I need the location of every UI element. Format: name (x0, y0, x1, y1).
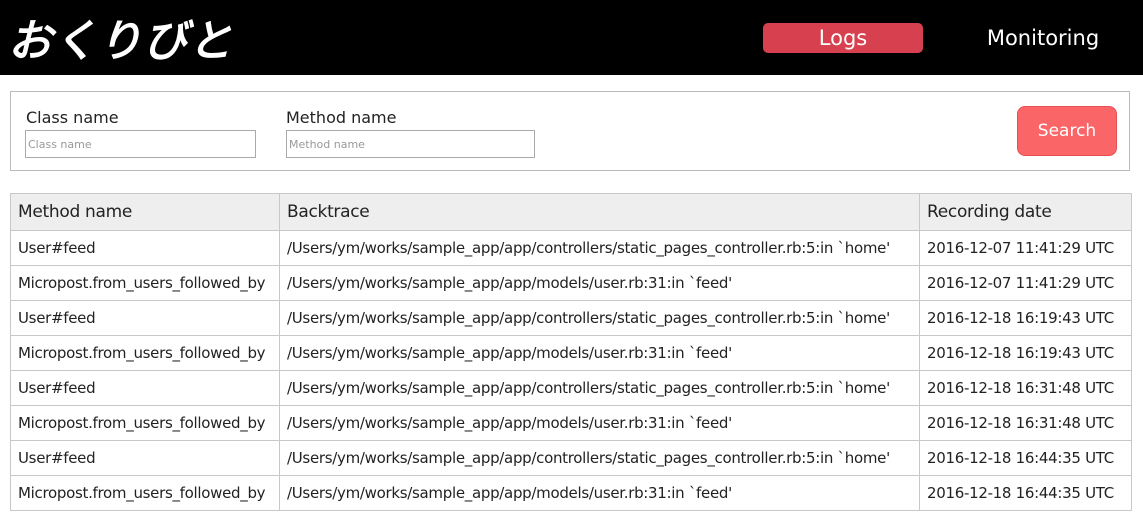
search-button[interactable]: Search (1017, 106, 1117, 156)
column-header-recording-date: Recording date (919, 193, 1132, 231)
table-row: User#feed /Users/ym/works/sample_app/app… (10, 370, 1132, 406)
table-row: Micropost.from_users_followed_by /Users/… (10, 265, 1132, 301)
logs-table: Method name Backtrace Recording date Use… (10, 193, 1132, 511)
backtrace-cell: /Users/ym/works/sample_app/app/controlle… (279, 230, 920, 266)
recording-date-cell: 2016-12-07 11:41:29 UTC (919, 265, 1132, 301)
method-name-cell: User#feed (10, 370, 280, 406)
nav-logs-tab[interactable]: Logs (763, 23, 923, 53)
recording-date-cell: 2016-12-18 16:44:35 UTC (919, 440, 1132, 476)
recording-date-cell: 2016-12-07 11:41:29 UTC (919, 230, 1132, 266)
recording-date-cell: 2016-12-18 16:31:48 UTC (919, 405, 1132, 441)
recording-date-cell: 2016-12-18 16:19:43 UTC (919, 300, 1132, 336)
method-name-cell: User#feed (10, 300, 280, 336)
backtrace-cell: /Users/ym/works/sample_app/app/controlle… (279, 300, 920, 336)
recording-date-cell: 2016-12-18 16:31:48 UTC (919, 370, 1132, 406)
method-name-cell: User#feed (10, 230, 280, 266)
recording-date-cell: 2016-12-18 16:19:43 UTC (919, 335, 1132, 371)
table-row: User#feed /Users/ym/works/sample_app/app… (10, 230, 1132, 266)
table-row: User#feed /Users/ym/works/sample_app/app… (10, 440, 1132, 476)
class-name-label: Class name (26, 108, 119, 127)
table-row: User#feed /Users/ym/works/sample_app/app… (10, 300, 1132, 336)
recording-date-cell: 2016-12-18 16:44:35 UTC (919, 475, 1132, 511)
method-name-label: Method name (286, 108, 397, 127)
column-header-backtrace: Backtrace (279, 193, 920, 231)
backtrace-cell: /Users/ym/works/sample_app/app/controlle… (279, 370, 920, 406)
method-name-cell: Micropost.from_users_followed_by (10, 265, 280, 301)
table-header-row: Method name Backtrace Recording date (10, 193, 1132, 231)
backtrace-cell: /Users/ym/works/sample_app/app/controlle… (279, 440, 920, 476)
app-logo[interactable]: おくりびと (8, 4, 233, 70)
class-name-input[interactable] (25, 130, 256, 158)
table-row: Micropost.from_users_followed_by /Users/… (10, 475, 1132, 511)
table-row: Micropost.from_users_followed_by /Users/… (10, 405, 1132, 441)
table-row: Micropost.from_users_followed_by /Users/… (10, 335, 1132, 371)
backtrace-cell: /Users/ym/works/sample_app/app/models/us… (279, 265, 920, 301)
backtrace-cell: /Users/ym/works/sample_app/app/models/us… (279, 475, 920, 511)
method-name-cell: User#feed (10, 440, 280, 476)
backtrace-cell: /Users/ym/works/sample_app/app/models/us… (279, 405, 920, 441)
column-header-method-name: Method name (10, 193, 280, 231)
method-name-cell: Micropost.from_users_followed_by (10, 475, 280, 511)
backtrace-cell: /Users/ym/works/sample_app/app/models/us… (279, 335, 920, 371)
method-name-cell: Micropost.from_users_followed_by (10, 405, 280, 441)
search-panel: Class name Method name Search (10, 91, 1130, 171)
method-name-input[interactable] (286, 130, 535, 158)
method-name-cell: Micropost.from_users_followed_by (10, 335, 280, 371)
app-header: おくりびと Logs Monitoring (0, 0, 1143, 75)
nav-monitoring-tab[interactable]: Monitoring (963, 23, 1123, 53)
